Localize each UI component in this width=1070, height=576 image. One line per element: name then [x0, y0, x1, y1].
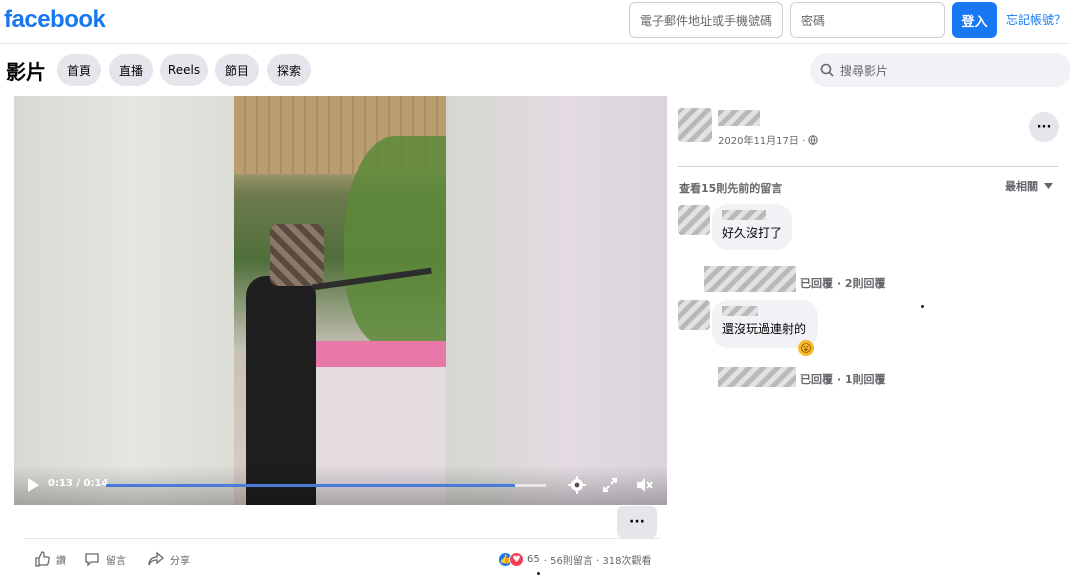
video-nav: 影片 首頁 直播 Reels 節目 探索 搜尋影片	[0, 44, 1070, 96]
comments-divider	[678, 166, 1058, 167]
comment-text: 好久沒打了	[722, 226, 783, 240]
video-controls: 0:13 / 0:14	[14, 465, 667, 505]
share-icon	[148, 551, 164, 566]
view-replies-link[interactable]: 已回覆 · 1則回覆	[800, 371, 886, 387]
fullscreen-icon[interactable]	[600, 475, 620, 495]
comment-sort-dropdown[interactable]: 最相關	[1005, 178, 1053, 194]
tab-home[interactable]: 首頁	[57, 54, 101, 86]
cursor-dot	[537, 572, 540, 575]
video-player[interactable]: 0:13 / 0:14	[14, 96, 667, 505]
love-reaction-icon: ♥	[509, 552, 524, 567]
reply-avatars-blurred	[718, 367, 796, 387]
email-field-placeholder: 電子郵件地址或手機號碼	[640, 13, 773, 28]
video-person-head-blurred	[270, 224, 324, 286]
post-stats[interactable]: 👍 ♥ 65 · 56則留言 · 318次觀看	[498, 552, 651, 567]
author-name-blurred[interactable]	[718, 110, 760, 126]
author-avatar-blurred[interactable]	[678, 108, 712, 142]
post-timestamp[interactable]: 2020年11月17日 ·	[718, 132, 818, 147]
comment-button[interactable]: 留言	[84, 551, 126, 567]
video-more-button[interactable]: ···	[617, 506, 657, 538]
search-placeholder: 搜尋影片	[840, 63, 889, 78]
forgot-account-link[interactable]: 忘記帳號？	[1006, 11, 1066, 28]
video-frame	[234, 96, 446, 505]
comment-label: 留言	[106, 555, 126, 567]
globe-icon	[808, 134, 818, 145]
surprised-emoji: 😮	[798, 340, 814, 356]
login-button[interactable]: 登入	[952, 2, 997, 38]
facebook-logo[interactable]: facebook	[4, 6, 106, 34]
chevron-down-icon	[1044, 183, 1053, 189]
tab-shows[interactable]: 節目	[215, 54, 259, 86]
search-icon	[820, 63, 834, 77]
reply-avatars-blurred	[704, 266, 796, 292]
reaction-count: 65	[527, 554, 540, 565]
action-divider	[24, 538, 660, 539]
volume-muted-icon[interactable]	[634, 475, 654, 495]
commenter-avatar-blurred[interactable]	[678, 300, 710, 330]
view-replies-link[interactable]: 已回覆 · 2則回覆	[800, 275, 886, 291]
cursor-dot	[921, 305, 924, 308]
video-time: 0:13 / 0:14	[48, 478, 109, 489]
commenter-name-blurred[interactable]	[722, 306, 758, 316]
commenter-name-blurred[interactable]	[722, 210, 766, 220]
commenter-avatar-blurred[interactable]	[678, 205, 710, 235]
tab-explore[interactable]: 探索	[267, 54, 311, 86]
top-bar: facebook 電子郵件地址或手機號碼 密碼 登入 忘記帳號？	[0, 0, 1070, 44]
comment-view-stats: · 56則留言 · 318次觀看	[543, 556, 652, 567]
comment-text: 還沒玩過連射的	[722, 322, 807, 336]
search-videos-input[interactable]: 搜尋影片	[810, 53, 1070, 87]
video-tree	[344, 136, 446, 346]
tab-live[interactable]: 直播	[109, 54, 153, 86]
thumbs-up-icon	[35, 551, 50, 567]
sort-label: 最相關	[1005, 180, 1038, 193]
post-date: 2020年11月17日 ·	[718, 136, 806, 147]
email-field[interactable]: 電子郵件地址或手機號碼	[629, 2, 783, 38]
view-previous-comments-link[interactable]: 查看15則先前的留言	[679, 180, 782, 196]
tab-reels[interactable]: Reels	[160, 54, 208, 86]
like-label: 讚	[56, 555, 66, 567]
post-more-button[interactable]: ···	[1029, 112, 1059, 142]
password-field-placeholder: 密碼	[801, 13, 826, 28]
like-button[interactable]: 讚	[34, 551, 66, 567]
comment-icon	[85, 553, 99, 567]
comment-bubble: 好久沒打了	[712, 204, 792, 250]
share-button[interactable]: 分享	[148, 551, 190, 567]
password-field[interactable]: 密碼	[790, 2, 945, 38]
video-progress-bar[interactable]	[106, 484, 546, 487]
play-icon[interactable]	[26, 477, 40, 493]
video-progress-fill	[106, 484, 516, 487]
page-title: 影片	[6, 60, 46, 84]
gear-icon[interactable]	[567, 475, 587, 495]
share-label: 分享	[170, 555, 190, 567]
